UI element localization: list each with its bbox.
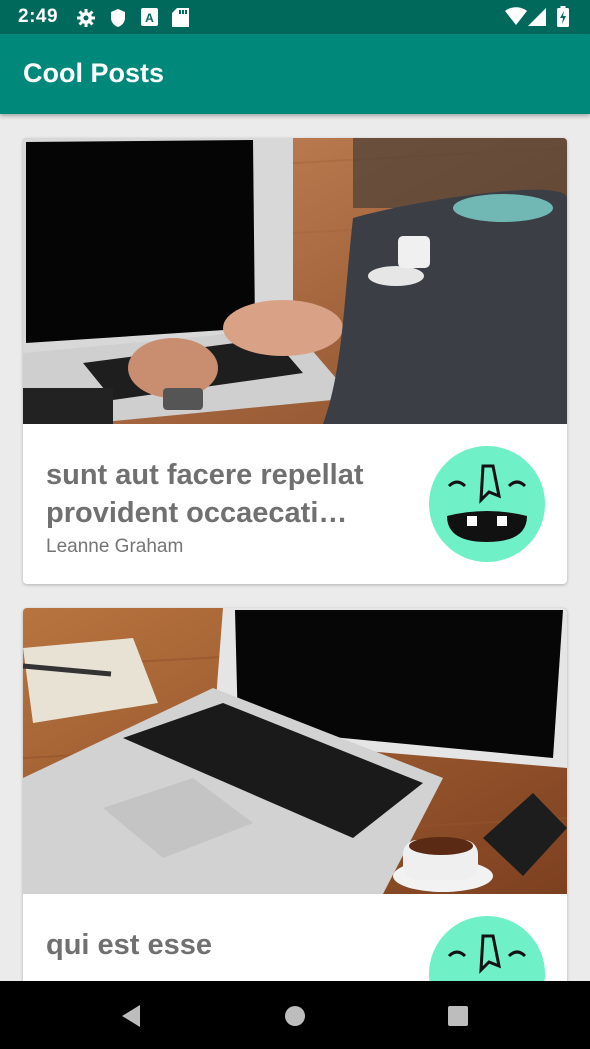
signal-icon <box>528 8 546 26</box>
post-title: qui est esse <box>46 929 213 961</box>
post-image <box>23 608 567 894</box>
post-title: sunt aut facere repellat provident occae… <box>46 459 364 529</box>
status-bar: 2:49 A <box>0 0 590 34</box>
recents-icon[interactable] <box>443 1001 473 1031</box>
post-author: Leanne Graham <box>46 536 184 557</box>
back-icon[interactable] <box>118 1001 148 1031</box>
post-card[interactable]: qui est esse <box>23 608 567 981</box>
wifi-icon <box>505 7 527 25</box>
app-title: Cool Posts <box>23 58 165 88</box>
avatar-icon <box>429 916 545 981</box>
post-image <box>23 138 567 424</box>
shield-icon <box>111 9 125 27</box>
post-card[interactable]: sunt aut facere repellat provident occae… <box>23 138 567 584</box>
post-list[interactable]: sunt aut facere repellat provident occae… <box>0 114 590 981</box>
a-box-icon: A <box>141 8 158 26</box>
home-icon[interactable] <box>280 1001 310 1031</box>
status-time: 2:49 <box>18 6 59 27</box>
sd-card-icon <box>172 8 189 27</box>
battery-icon <box>557 6 569 27</box>
gear-icon <box>77 9 95 27</box>
avatar-icon <box>429 446 545 562</box>
svg-text:A: A <box>145 11 154 25</box>
app-bar: Cool Posts <box>0 34 590 114</box>
navigation-bar <box>0 981 590 1049</box>
